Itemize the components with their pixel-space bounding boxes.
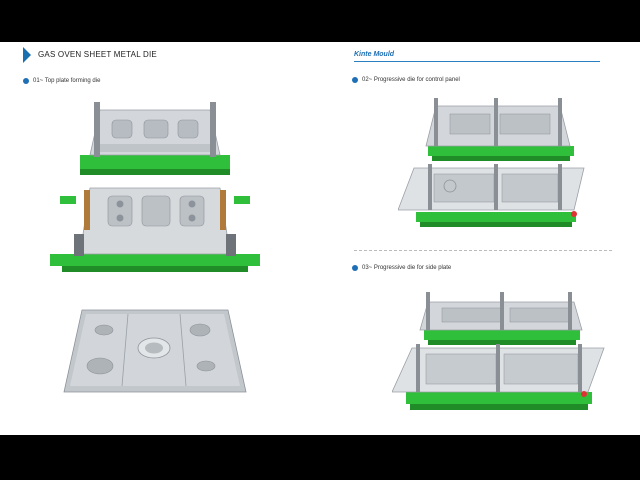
brand-logo: Kinte Mould <box>354 51 395 58</box>
brand-divider <box>354 61 600 62</box>
formed-top-plate-image <box>63 309 247 393</box>
section-02-caption: 02~ Progressive die for control panel <box>362 77 460 83</box>
title-arrow-icon <box>23 47 31 63</box>
document-page: GAS OVEN SHEET METAL DIE Kinte Mould 01~… <box>0 42 640 435</box>
section-01-bullet-icon <box>23 78 29 84</box>
section-01-caption: 01~ Top plate forming die <box>33 78 101 84</box>
document-title: GAS OVEN SHEET METAL DIE <box>38 50 157 59</box>
section-divider <box>354 250 612 251</box>
section-03-bullet-icon <box>352 265 358 271</box>
control-panel-lower-die-image <box>398 164 585 227</box>
side-plate-upper-die-image <box>419 292 583 345</box>
section-03-caption: 03~ Progressive die for side plate <box>362 265 452 271</box>
side-plate-lower-die-image <box>392 344 605 410</box>
control-panel-upper-die-image <box>425 98 574 161</box>
top-plate-upper-die-image <box>80 102 230 175</box>
top-plate-lower-die-image <box>50 187 260 272</box>
section-02-bullet-icon <box>352 77 358 83</box>
